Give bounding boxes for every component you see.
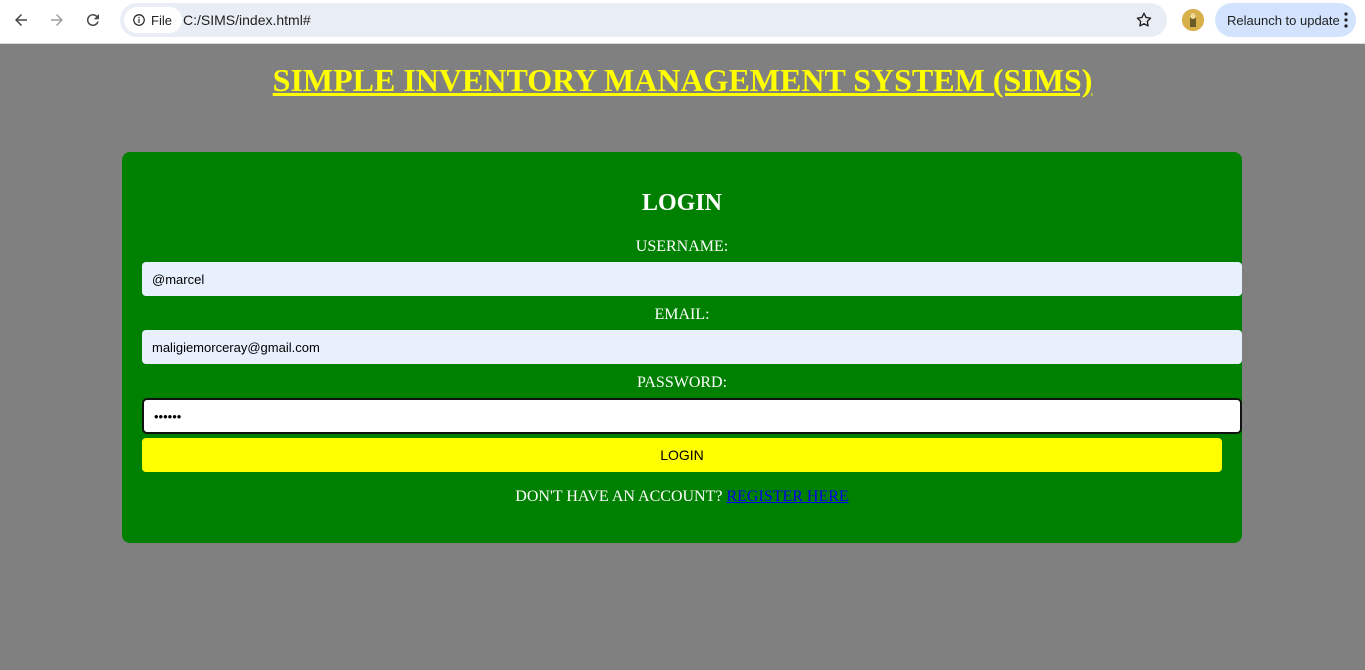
more-vert-icon[interactable] [1344, 12, 1348, 28]
password-label: PASSWORD: [636, 374, 728, 391]
login-panel: LOGIN USERNAME: @marcel EMAIL: maligiemo… [122, 152, 1242, 543]
star-icon[interactable] [1135, 11, 1153, 29]
back-button[interactable] [7, 6, 35, 34]
reload-button[interactable] [79, 6, 107, 34]
login-button[interactable]: LOGIN [142, 438, 1222, 472]
arrow-right-icon [51, 14, 63, 26]
register-link[interactable]: REGISTER HERE [726, 488, 848, 505]
url-text[interactable]: C:/SIMS/index.html# [183, 12, 311, 28]
arrow-left-icon [15, 14, 27, 26]
relaunch-button[interactable]: Relaunch to update [1215, 3, 1356, 37]
email-label: EMAIL: [654, 306, 710, 323]
chip-label: File [151, 12, 172, 28]
register-prompt: DON'T HAVE AN ACCOUNT? [515, 488, 723, 505]
relaunch-label: Relaunch to update [1227, 12, 1340, 28]
avatar-icon [1182, 9, 1204, 31]
forward-button[interactable] [43, 6, 71, 34]
register-row: DON'T HAVE AN ACCOUNT? REGISTER HERE [122, 488, 1242, 506]
email-input[interactable]: maligiemorceray@gmail.com [142, 330, 1242, 364]
site-info-chip[interactable]: File [124, 7, 182, 33]
username-label: USERNAME: [635, 238, 729, 255]
username-input[interactable]: @marcel [142, 262, 1242, 296]
info-icon [133, 14, 145, 26]
browser-toolbar: File C:/SIMS/index.html# Relaunch to upd… [0, 0, 1365, 44]
address-bar[interactable]: File C:/SIMS/index.html# [120, 3, 1167, 37]
password-input[interactable]: •••••• [142, 398, 1242, 434]
login-heading: LOGIN [641, 190, 722, 216]
page-title: SIMPLE INVENTORY MANAGEMENT SYSTEM (SIMS… [272, 62, 1093, 98]
profile-avatar[interactable] [1182, 9, 1204, 31]
reload-icon [86, 14, 99, 27]
